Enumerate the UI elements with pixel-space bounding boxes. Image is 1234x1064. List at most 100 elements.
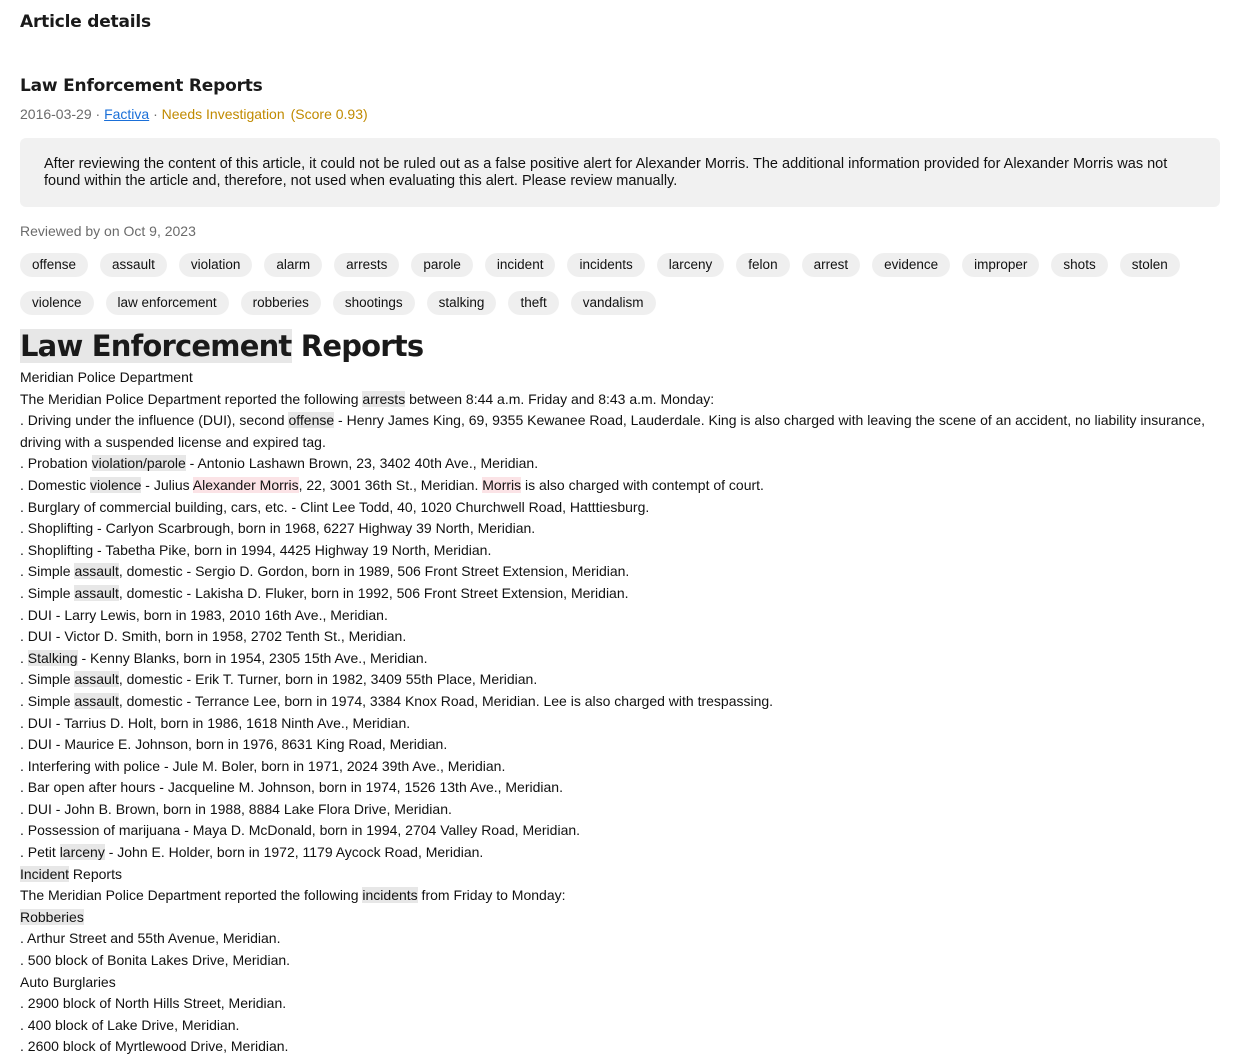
keyword-tag[interactable]: robberies — [240, 291, 321, 315]
meta-separator: · — [149, 106, 162, 122]
keyword-tag[interactable]: improper — [962, 253, 1040, 277]
heading-rest: Reports — [291, 329, 424, 363]
text-segment: . Shoplifting - Carlyon Scarbrough, born… — [20, 520, 536, 537]
keyword-tag[interactable]: stolen — [1119, 253, 1180, 277]
article-line: . Probation violation/parole - Antonio L… — [20, 453, 1220, 475]
article-line: . DUI - John B. Brown, born in 1988, 888… — [20, 799, 1220, 821]
meta-separator: · — [91, 106, 105, 122]
keyword-highlight: Stalking — [27, 649, 78, 666]
article-line: . DUI - Maurice E. Johnson, born in 1976… — [20, 734, 1220, 756]
article-line: . Simple assault, domestic - Lakisha D. … — [20, 583, 1220, 605]
text-segment: . Possession of marijuana - Maya D. McDo… — [20, 822, 581, 839]
keyword-tag[interactable]: incident — [484, 253, 556, 277]
score-label: (Score 0.93) — [290, 106, 368, 122]
keyword-tag[interactable]: violence — [20, 291, 94, 315]
article-line: Robberies — [20, 907, 1220, 929]
keyword-tag[interactable]: shots — [1051, 253, 1108, 277]
article-line: . 2900 block of North Hills Street, Meri… — [20, 993, 1220, 1015]
text-segment: between 8:44 a.m. Friday and 8:43 a.m. M… — [405, 390, 715, 407]
text-segment: . — [20, 649, 28, 666]
article-line: . Interfering with police - Jule M. Bole… — [20, 756, 1220, 778]
text-segment: . DUI - Maurice E. Johnson, born in 1976… — [20, 736, 448, 753]
keyword-tag[interactable]: theft — [508, 291, 559, 315]
text-segment: . Interfering with police - Jule M. Bole… — [20, 757, 506, 774]
text-segment: The Meridian Police Department reported … — [20, 390, 363, 407]
keyword-highlight: violation/parole — [91, 455, 186, 472]
text-segment: . DUI - John B. Brown, born in 1988, 888… — [20, 800, 452, 817]
article-line: . DUI - Larry Lewis, born in 1983, 2010 … — [20, 605, 1220, 627]
heading-highlight: Law Enforcement — [20, 329, 292, 363]
text-segment: . Simple — [20, 692, 75, 709]
article-line: . Simple assault, domestic - Sergio D. G… — [20, 561, 1220, 583]
page-title: Article details — [20, 12, 151, 32]
article-line: . Petit larceny - John E. Holder, born i… — [20, 842, 1220, 864]
status-badge: Needs Investigation — [161, 106, 285, 122]
text-segment: . DUI - Victor D. Smith, born in 1958, 2… — [20, 628, 407, 645]
keyword-tag[interactable]: vandalism — [570, 291, 656, 315]
keyword-tag[interactable]: law enforcement — [105, 291, 229, 315]
text-segment: - John E. Holder, born in 1972, 1179 Ayc… — [104, 844, 484, 861]
keyword-tag[interactable]: alarm — [264, 253, 323, 277]
keyword-tag[interactable]: evidence — [872, 253, 951, 277]
article-line: . Arthur Street and 55th Avenue, Meridia… — [20, 928, 1220, 950]
keyword-tag[interactable]: arrest — [801, 253, 861, 277]
text-segment: . Petit — [20, 844, 60, 861]
article-meta: 2016-03-29 · Factiva · Needs Investigati… — [20, 106, 1220, 124]
text-segment: . Arthur Street and 55th Avenue, Meridia… — [20, 930, 281, 947]
article-line: . Simple assault, domestic - Terrance Le… — [20, 691, 1220, 713]
keyword-tag[interactable]: shootings — [332, 291, 415, 315]
reviewed-by-label: Reviewed by on Oct 9, 2023 — [20, 223, 196, 239]
keyword-tag[interactable]: stalking — [426, 291, 497, 315]
article-line: Meridian Police Department — [20, 367, 1220, 389]
article-details-page: Article details Law Enforcement Reports … — [0, 0, 1234, 1058]
subject-name-highlight: Morris — [482, 476, 522, 493]
keyword-tag[interactable]: parole — [411, 253, 473, 277]
keyword-highlight: offense — [288, 412, 335, 429]
article-line: . Driving under the influence (DUI), sec… — [20, 410, 1220, 453]
text-segment: - Antonio Lashawn Brown, 23, 3402 40th A… — [185, 455, 539, 472]
keyword-highlight: larceny — [59, 844, 105, 861]
article-line: . Shoplifting - Tabetha Pike, born in 19… — [20, 540, 1220, 562]
keyword-highlight: Incident — [20, 865, 70, 882]
article-line: . 400 block of Lake Drive, Meridian. — [20, 1015, 1220, 1037]
article-line: . DUI - Victor D. Smith, born in 1958, 2… — [20, 626, 1220, 648]
article-line: Incident Reports — [20, 864, 1220, 886]
text-segment: , 22, 3001 36th St., Meridian. — [298, 476, 483, 493]
article-line: The Meridian Police Department reported … — [20, 885, 1220, 907]
keyword-tag[interactable]: felon — [736, 253, 790, 277]
text-segment: . 400 block of Lake Drive, Meridian. — [20, 1016, 240, 1033]
article-line: . Domestic violence - Julius Alexander M… — [20, 475, 1220, 497]
text-segment: . DUI - Tarrius D. Holt, born in 1986, 1… — [20, 714, 411, 731]
keyword-tag[interactable]: offense — [20, 253, 89, 277]
keyword-tags: offense assault violation alarm arrests parol… — [20, 253, 1200, 315]
article-line: . Stalking - Kenny Blanks, born in 1954,… — [20, 648, 1220, 670]
text-segment: . Domestic — [20, 476, 91, 493]
article-body-heading: Law Enforcement Reports — [20, 325, 1220, 367]
alert-summary-box: After reviewing the content of this arti… — [20, 138, 1220, 207]
article-body: Meridian Police Department The Meridian P… — [20, 367, 1220, 1058]
text-segment: Auto Burglaries — [20, 973, 116, 990]
article-line: . Simple assault, domestic - Erik T. Tur… — [20, 669, 1220, 691]
keyword-tag[interactable]: larceny — [656, 253, 725, 277]
keyword-tag[interactable]: arrests — [334, 253, 400, 277]
keyword-highlight: assault — [74, 584, 119, 601]
text-segment: , domestic - Sergio D. Gordon, born in 1… — [118, 563, 630, 580]
text-segment: , domestic - Terrance Lee, born in 1974,… — [118, 692, 774, 709]
keyword-tag[interactable]: violation — [178, 253, 253, 277]
text-segment: - Kenny Blanks, born in 1954, 2305 15th … — [77, 649, 428, 666]
keyword-highlight: violence — [90, 476, 142, 493]
text-segment: Reports — [69, 865, 122, 882]
text-segment: . Bar open after hours - Jacqueline M. J… — [20, 779, 563, 796]
keyword-tag[interactable]: incidents — [567, 253, 645, 277]
text-segment: The Meridian Police Department reported … — [20, 887, 363, 904]
source-link[interactable]: Factiva — [104, 106, 149, 122]
keyword-highlight: assault — [74, 563, 119, 580]
article-title: Law Enforcement Reports — [20, 76, 263, 96]
text-segment: - Julius — [141, 476, 193, 493]
article-line: . 500 block of Bonita Lakes Drive, Merid… — [20, 950, 1220, 972]
article-line: . Burglary of commercial building, cars,… — [20, 497, 1220, 519]
text-segment: , domestic - Erik T. Turner, born in 198… — [118, 671, 538, 688]
keyword-tag[interactable]: assault — [100, 253, 167, 277]
text-segment: Meridian Police Department — [20, 369, 193, 385]
text-segment: . Burglary of commercial building, cars,… — [20, 498, 650, 515]
